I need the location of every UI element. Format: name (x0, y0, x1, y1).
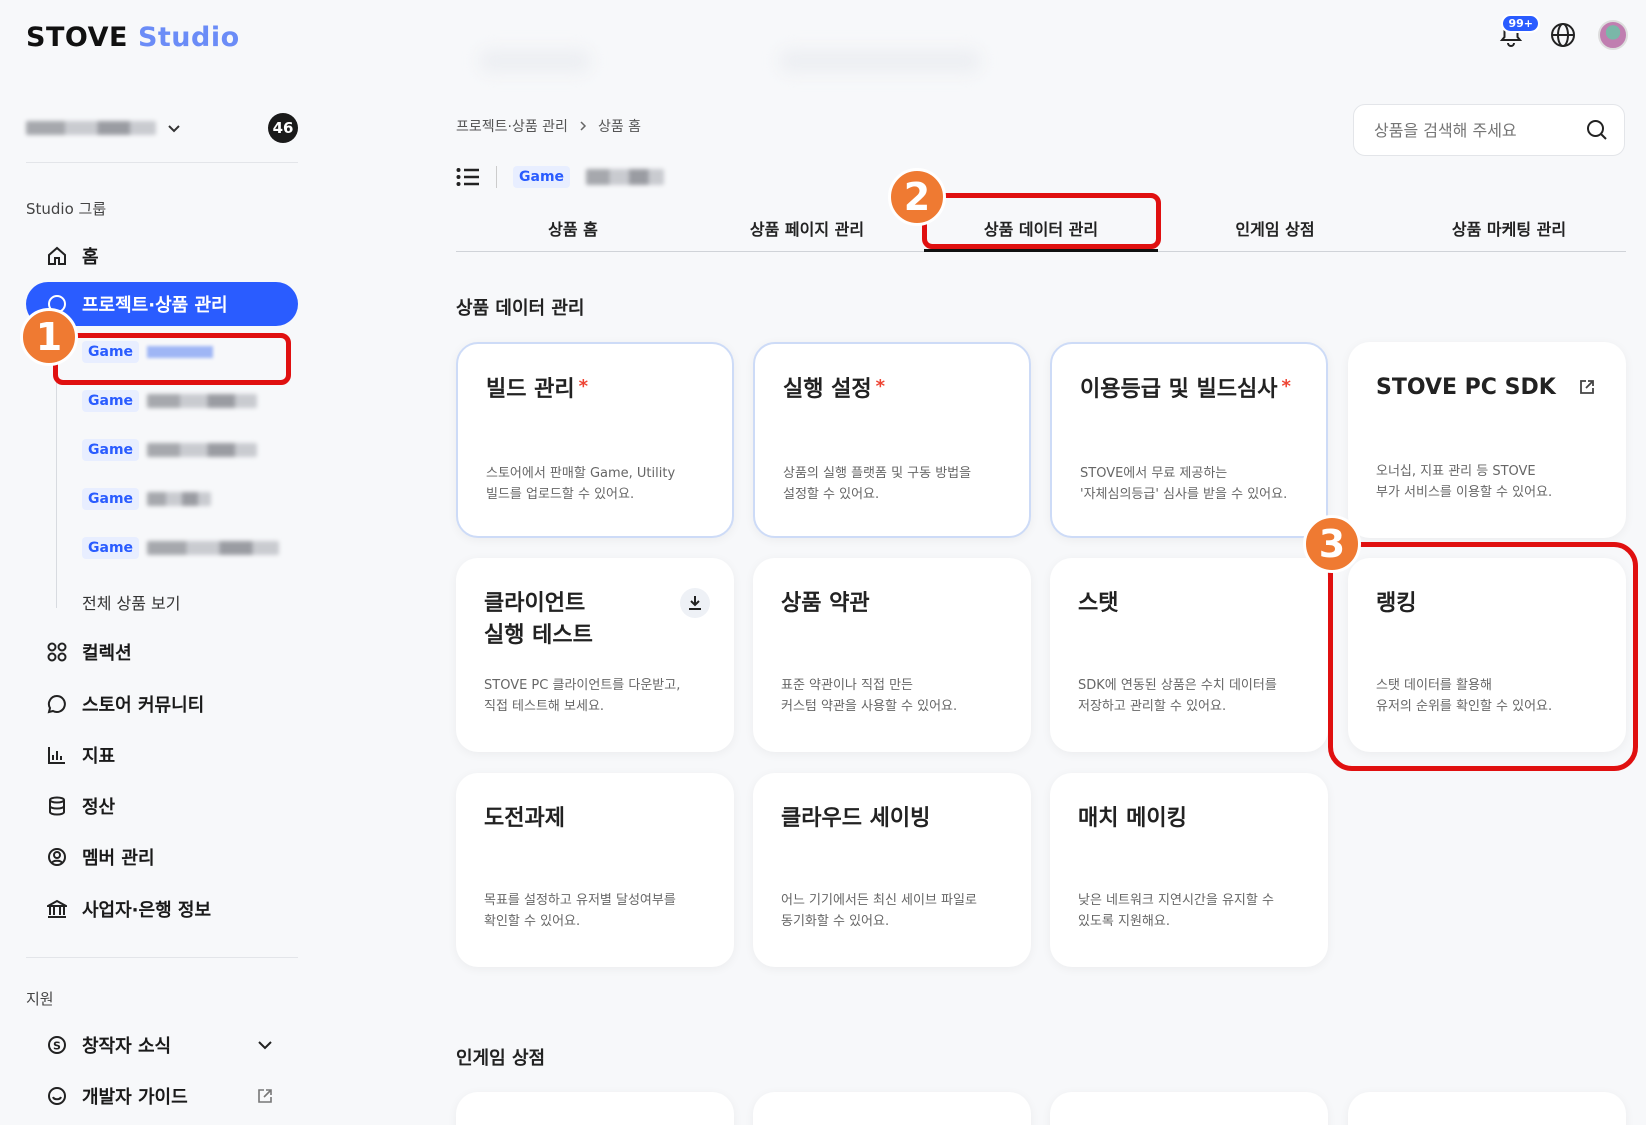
sidebar: 46 Studio 그룹 홈 프로젝트·상품 관리 Game Game Game… (0, 90, 320, 1125)
breadcrumb: 프로젝트·상품 관리 상품 홈 (456, 116, 641, 136)
sidebar-item-settlement[interactable]: 정산 (26, 784, 298, 828)
team-count-badge: 46 (268, 113, 298, 143)
support-label: 지원 (26, 990, 54, 1008)
product-search[interactable] (1353, 104, 1625, 156)
step-marker-1: 1 (20, 308, 78, 366)
highlight-box-1 (53, 333, 291, 385)
step-marker-2: 2 (888, 168, 946, 226)
divider (26, 162, 298, 163)
blurred-header-item (780, 50, 980, 72)
card-ingame-store-1[interactable] (456, 1092, 734, 1125)
sub-item-game[interactable]: Game (82, 533, 280, 563)
external-link-icon (1572, 372, 1602, 402)
sidebar-item-metrics[interactable]: 지표 (26, 733, 298, 777)
dollar-icon: S (46, 1034, 68, 1056)
user-avatar[interactable] (1598, 20, 1628, 50)
notification-button[interactable]: 99+ (1494, 14, 1540, 52)
section-title: 상품 데이터 관리 (456, 298, 585, 319)
sub-item-game[interactable]: Game (82, 386, 258, 416)
search-input[interactable] (1374, 120, 1574, 140)
blurred-product-name (147, 394, 258, 408)
product-header: Game (456, 166, 665, 188)
chevron-down-icon (258, 1041, 272, 1050)
tab-ingame-store[interactable]: 인게임 상점 (1158, 204, 1392, 251)
card-achievements[interactable]: 도전과제 목표를 설정하고 유저별 달성여부를 확인할 수 있어요. (456, 773, 734, 967)
section2-title: 인게임 상점 (456, 1048, 546, 1069)
blurred-product-name (586, 169, 665, 185)
blurred-product-name (147, 443, 258, 457)
tab-product-marketing[interactable]: 상품 마케팅 관리 (1392, 204, 1626, 251)
card-stove-pc-sdk[interactable]: STOVE PC SDK 오너십, 지표 관리 등 STOVE 부가 서비스를 이… (1348, 342, 1626, 538)
member-icon (46, 846, 68, 868)
breadcrumb-item[interactable]: 상품 홈 (598, 116, 641, 136)
svg-text:S: S (53, 1040, 61, 1053)
tab-product-page[interactable]: 상품 페이지 관리 (690, 204, 924, 251)
card-cloud-saving[interactable]: 클라우드 세이빙 어느 기기에서든 최신 세이브 파일로 동기화할 수 있어요. (753, 773, 1031, 967)
list-icon[interactable] (456, 167, 480, 187)
separator (496, 166, 497, 188)
bank-icon (46, 898, 68, 920)
blurred-header-item (480, 50, 590, 72)
collection-icon (46, 641, 68, 663)
chart-icon (46, 744, 68, 766)
language-button[interactable] (1546, 18, 1580, 52)
sidebar-item-community[interactable]: 스토어 커뮤니티 (26, 682, 298, 726)
card-run-settings[interactable]: 실행 설정 * 상품의 실행 플랫폼 및 구동 방법을 설정할 수 있어요. (753, 342, 1031, 538)
blurred-team-name (26, 121, 156, 135)
sub-item-game[interactable]: Game (82, 484, 212, 514)
team-selector[interactable]: 46 (26, 108, 298, 148)
search-icon[interactable] (1586, 119, 1608, 141)
card-ingame-store-3[interactable] (1050, 1092, 1328, 1125)
highlight-box-3 (1328, 542, 1638, 771)
card-stats[interactable]: 스탯 SDK에 연동된 상품은 수치 데이터를 저장하고 관리할 수 있어요. (1050, 558, 1328, 752)
tab-product-home[interactable]: 상품 홈 (456, 204, 690, 251)
all-products-link[interactable]: 전체 상품 보기 (82, 590, 181, 614)
required-mark: * (1281, 376, 1291, 397)
sub-item-game[interactable]: Game (82, 435, 258, 465)
download-icon[interactable] (680, 588, 710, 618)
external-link-icon (258, 1089, 272, 1103)
card-product-terms[interactable]: 상품 약관 표준 약관이나 직접 만든 커스텀 약관을 사용할 수 있어요. (753, 558, 1031, 752)
card-matchmaking[interactable]: 매치 메이킹 낮은 네트워크 지연시간을 유지할 수 있도록 지원해요. (1050, 773, 1328, 967)
database-icon (46, 795, 68, 817)
chevron-right-icon (580, 121, 587, 131)
step-marker-3: 3 (1303, 515, 1361, 573)
home-icon (46, 245, 68, 267)
sidebar-item-home[interactable]: 홈 (26, 234, 298, 278)
required-mark: * (578, 376, 589, 397)
sidebar-item-collection[interactable]: 컬렉션 (26, 630, 298, 674)
highlight-box-2 (922, 193, 1161, 249)
divider (26, 957, 298, 958)
community-icon (46, 693, 68, 715)
chevron-down-icon (168, 125, 180, 133)
globe-icon (1551, 23, 1575, 47)
sidebar-item-dev-guide[interactable]: 개발자 가이드 (26, 1074, 298, 1118)
sidebar-item-creator-news[interactable]: S 창작자 소식 (26, 1023, 298, 1067)
stove-studio-logo[interactable]: STOVE Studio (26, 22, 240, 53)
card-rating-review[interactable]: 이용등급 및 빌드심사 * STOVE에서 무료 제공하는 '자체심의등급' 심사를… (1050, 342, 1328, 538)
card-ingame-store-2[interactable] (753, 1092, 1031, 1125)
required-mark: * (875, 376, 886, 397)
card-build-management[interactable]: 빌드 관리 * 스토어에서 판매할 Game, Utility 빌드를 업로드할 수… (456, 342, 734, 538)
blurred-product-name (147, 541, 280, 555)
card-client-test[interactable]: 클라이언트 실행 테스트 STOVE PC 클라이언트를 다운받고, 직접 테스트해… (456, 558, 734, 752)
card-ingame-store-4[interactable] (1348, 1092, 1626, 1125)
smile-icon (46, 1085, 68, 1107)
notification-badge: 99+ (1501, 14, 1540, 33)
sidebar-item-members[interactable]: 멤버 관리 (26, 835, 298, 879)
sidebar-item-business[interactable]: 사업자·은행 정보 (26, 887, 298, 931)
blurred-product-name (147, 492, 212, 506)
product-type-tag: Game (513, 166, 571, 188)
group-label: Studio 그룹 (26, 200, 107, 218)
breadcrumb-item[interactable]: 프로젝트·상품 관리 (456, 116, 568, 136)
